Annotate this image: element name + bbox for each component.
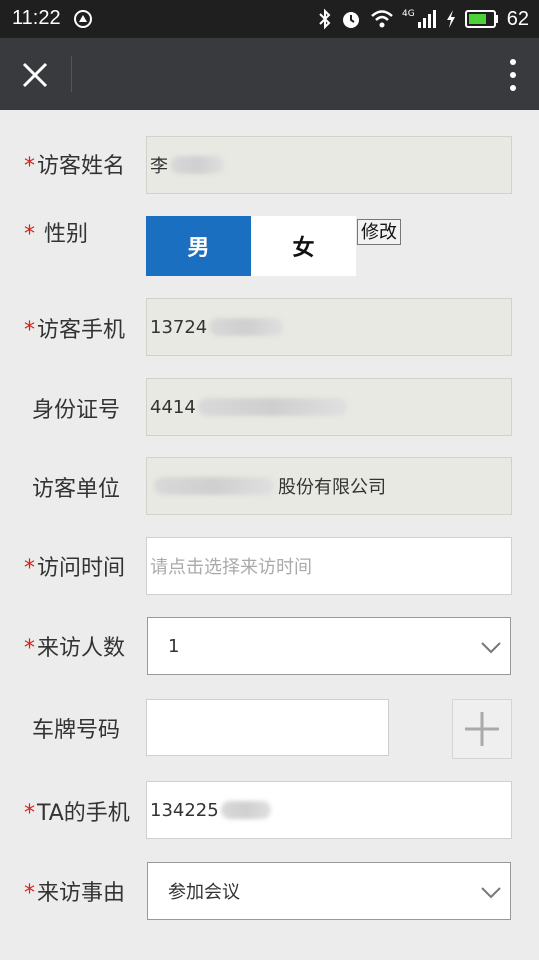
visit-time-label: *访问时间 — [24, 556, 126, 581]
status-bar: 11:22 4G 62 — [0, 0, 539, 38]
visit-time-field[interactable]: 请点击选择来访时间 — [146, 537, 512, 595]
gender-label: * 性别 — [24, 222, 89, 247]
company-label: 访客单位 — [32, 477, 121, 502]
wifi-icon — [371, 10, 393, 28]
network-type-label: 4G — [402, 9, 415, 19]
chevron-down-icon — [481, 887, 501, 899]
gender-selector: 男 女 — [146, 216, 356, 276]
alarm-icon — [343, 12, 360, 28]
visitor-phone-field[interactable]: 13724 — [146, 298, 512, 356]
gender-female-option[interactable]: 女 — [251, 216, 356, 276]
plate-label: 车牌号码 — [32, 718, 121, 743]
visitor-count-select[interactable]: 1 — [147, 617, 511, 675]
visitor-count-label: *来访人数 — [24, 636, 126, 661]
gender-male-option[interactable]: 男 — [146, 216, 251, 276]
id-number-label: 身份证号 — [32, 398, 121, 423]
host-phone-label: *TA的手机 — [24, 801, 130, 826]
host-phone-field[interactable]: 134225 — [146, 781, 512, 839]
battery-percent: 62 — [506, 7, 529, 30]
chevron-down-icon — [481, 642, 501, 654]
company-field[interactable]: 股份有限公司 — [146, 457, 512, 515]
gender-edit-button[interactable]: 修改 — [357, 219, 401, 245]
nav-divider — [71, 56, 72, 92]
close-icon[interactable] — [20, 60, 50, 90]
status-icons: 4G 62 — [318, 6, 529, 32]
plus-icon — [465, 712, 499, 746]
visit-reason-label: *来访事由 — [24, 881, 126, 906]
app-notification-icon — [74, 10, 92, 28]
battery-icon — [464, 10, 498, 28]
more-vertical-icon[interactable] — [509, 58, 517, 92]
visitor-phone-label: *访客手机 — [24, 318, 126, 343]
visitor-name-label: *访客姓名 — [24, 154, 126, 179]
top-nav-bar — [0, 38, 539, 110]
plate-input[interactable] — [146, 699, 389, 756]
status-time: 11:22 — [12, 7, 61, 29]
visit-reason-select[interactable]: 参加会议 — [147, 862, 511, 920]
bluetooth-icon — [319, 8, 331, 30]
visitor-name-field[interactable]: 李 — [146, 136, 512, 194]
add-plate-button[interactable] — [452, 699, 512, 759]
id-number-field[interactable]: 4414 — [146, 378, 512, 436]
charging-icon — [446, 10, 455, 28]
signal-icon — [417, 10, 436, 28]
